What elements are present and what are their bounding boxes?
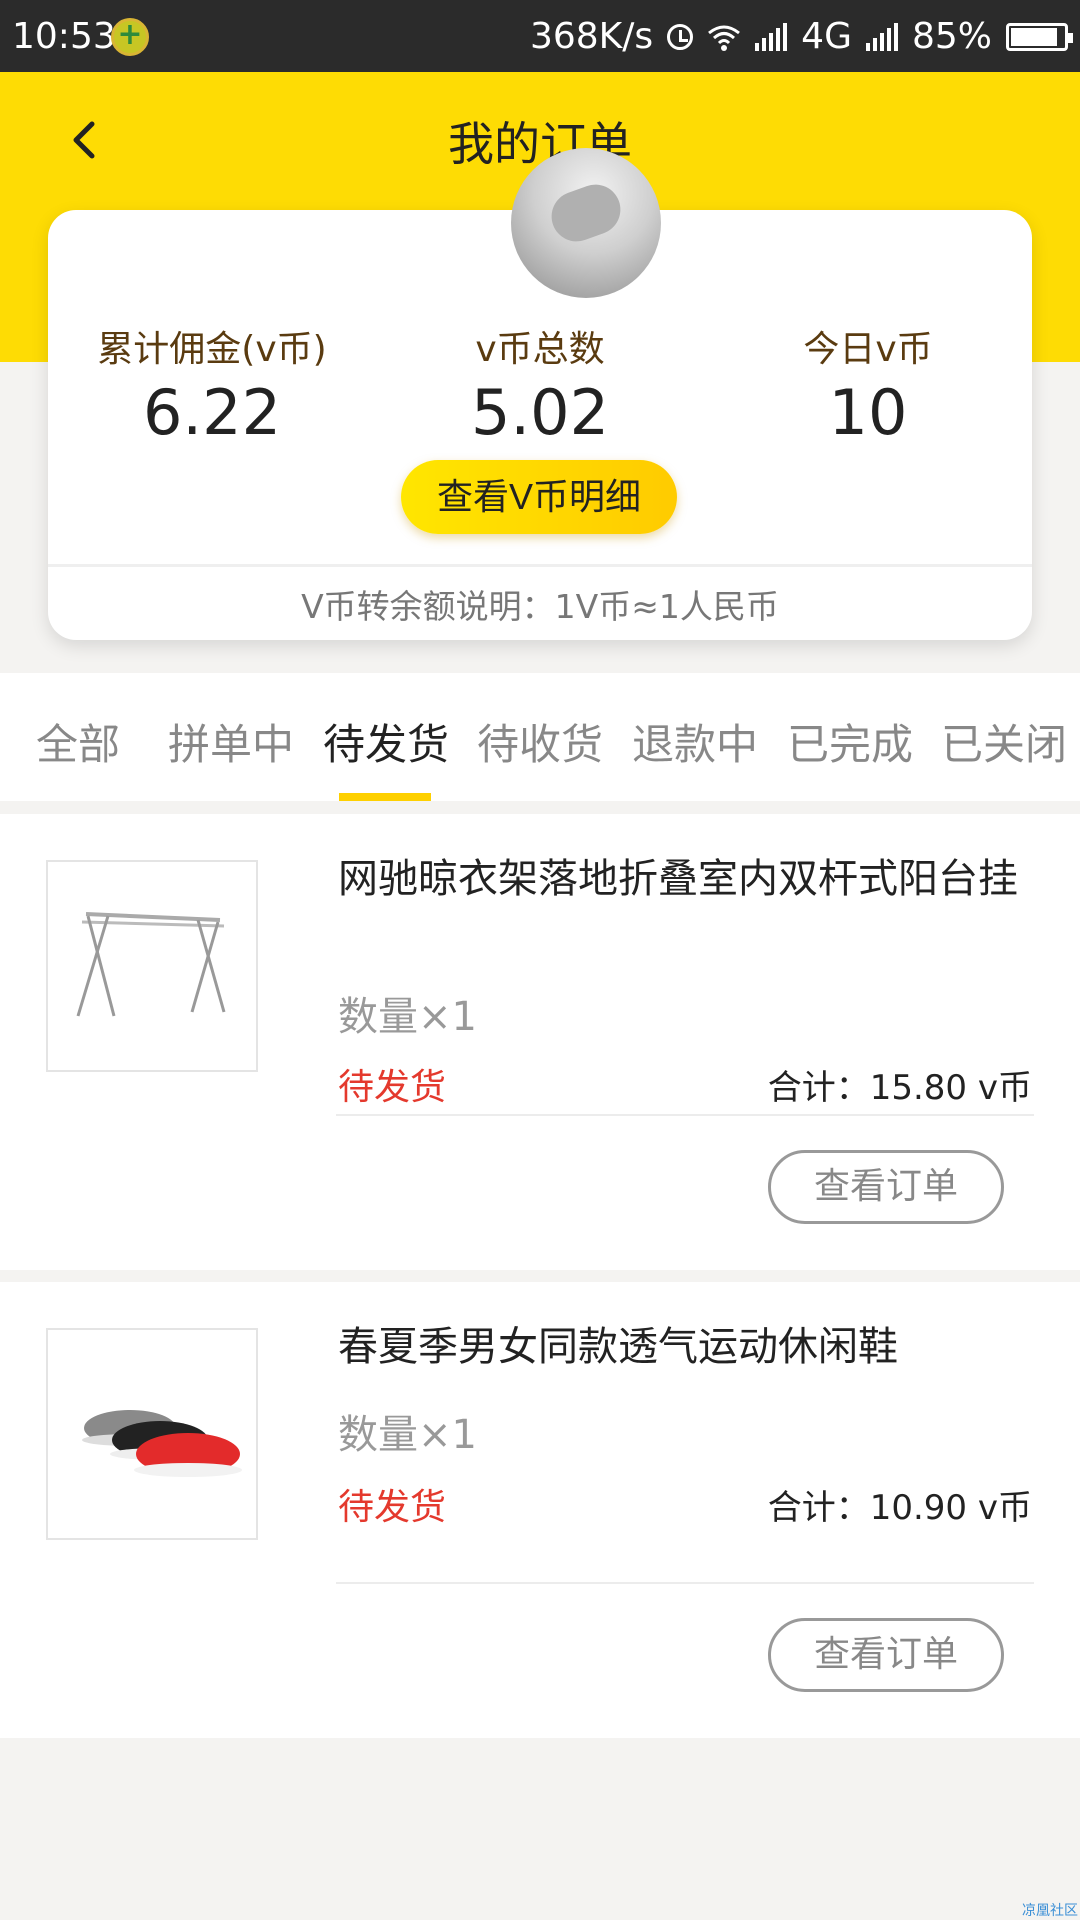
stat-total-commission: 累计佣金(v币) 6.22 bbox=[48, 320, 376, 449]
status-time: 10:53 bbox=[12, 16, 116, 57]
tab-pending-receipt[interactable]: 待收货 bbox=[477, 711, 603, 772]
battery-fill bbox=[1011, 27, 1057, 46]
order-status: 待发货 bbox=[338, 1067, 447, 1108]
divider bbox=[48, 564, 1032, 567]
view-order-button[interactable]: 查看订单 bbox=[768, 1150, 1004, 1224]
active-tab-indicator bbox=[339, 793, 431, 801]
stat-label: 累计佣金(v币) bbox=[97, 329, 327, 370]
tab-pending-shipment[interactable]: 待发货 bbox=[323, 711, 449, 772]
divider bbox=[336, 1114, 1034, 1116]
battery-percent: 85% bbox=[911, 16, 992, 57]
network-type: 4G bbox=[801, 16, 852, 57]
order-card: 春夏季男女同款透气运动休闲鞋 数量×1 待发货 合计：10.90 v币 查看订单 bbox=[0, 1282, 1080, 1738]
tab-group-buying[interactable]: 拼单中 bbox=[168, 711, 294, 772]
battery-icon bbox=[1006, 22, 1073, 51]
product-name[interactable]: 网驰晾衣架落地折叠室内双杆式阳台挂 bbox=[338, 854, 1018, 905]
exchange-note: V币转余额说明：1V币≈1人民币 bbox=[301, 587, 779, 626]
tab-closed[interactable]: 已关闭 bbox=[941, 711, 1067, 772]
sneakers-image bbox=[82, 1410, 242, 1477]
divider bbox=[336, 1582, 1034, 1584]
commission-summary-card: 累计佣金(v币) 6.22 v币总数 5.02 今日v币 10 查看V币明细 V… bbox=[48, 148, 1032, 640]
stat-label: 今日v币 bbox=[803, 329, 933, 370]
stat-total-vcoin: v币总数 5.02 bbox=[376, 320, 704, 449]
stat-today-vcoin: 今日v币 10 bbox=[704, 320, 1032, 449]
order-total: 合计：10.90 v币 bbox=[767, 1488, 1032, 1528]
product-thumbnail[interactable] bbox=[46, 1328, 258, 1540]
tab-completed[interactable]: 已完成 bbox=[787, 711, 913, 772]
order-status: 待发货 bbox=[338, 1487, 447, 1528]
app-notification-icon bbox=[111, 17, 149, 56]
stat-value: 5.02 bbox=[470, 376, 610, 449]
tab-refunding[interactable]: 退款中 bbox=[632, 711, 758, 772]
wifi-icon bbox=[708, 25, 741, 51]
product-name[interactable]: 春夏季男女同款透气运动休闲鞋 bbox=[338, 1322, 1018, 1373]
signal-icon bbox=[755, 22, 788, 51]
product-quantity: 数量×1 bbox=[338, 994, 477, 1040]
tab-all[interactable]: 全部 bbox=[36, 711, 120, 772]
status-bar: 10:53 368K/s 4G 85% bbox=[0, 0, 1080, 72]
network-speed: 368K/s bbox=[529, 16, 654, 57]
alarm-icon bbox=[667, 23, 694, 50]
product-quantity: 数量×1 bbox=[338, 1412, 477, 1458]
order-card: 网驰晾衣架落地折叠室内双杆式阳台挂 数量×1 待发货 合计：15.80 v币 查… bbox=[0, 814, 1080, 1270]
view-order-button[interactable]: 查看订单 bbox=[768, 1618, 1004, 1692]
status-right-group: 368K/s 4G 85% bbox=[529, 16, 1073, 57]
drying-rack-image bbox=[76, 912, 226, 1017]
avatar bbox=[511, 148, 661, 298]
order-status-tabs: 全部 拼单中 待发货 待收货 退款中 已完成 已关闭 bbox=[0, 673, 1080, 801]
stat-value: 6.22 bbox=[142, 376, 282, 449]
watermark: 凉凰社区 bbox=[1022, 1903, 1078, 1919]
stat-label: v币总数 bbox=[475, 329, 605, 370]
view-vcoin-detail-button[interactable]: 查看V币明细 bbox=[401, 460, 677, 534]
product-thumbnail[interactable] bbox=[46, 860, 258, 1072]
stat-value: 10 bbox=[828, 376, 908, 449]
signal-icon-2 bbox=[865, 22, 898, 51]
order-total: 合计：15.80 v币 bbox=[767, 1068, 1032, 1108]
